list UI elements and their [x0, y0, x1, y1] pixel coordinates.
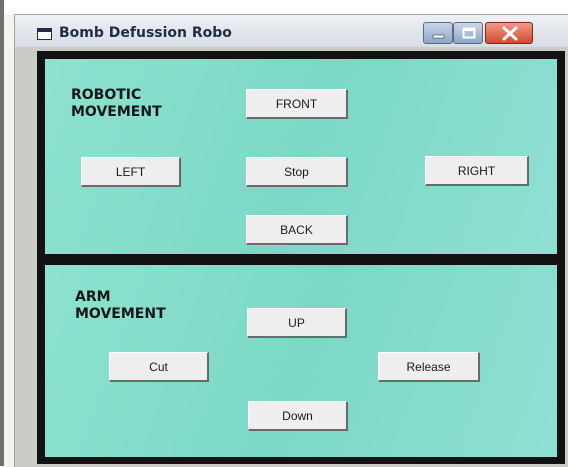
robotic-heading-line2: MOVEMENT — [71, 104, 162, 120]
release-button[interactable]: Release — [378, 352, 480, 382]
left-button[interactable]: LEFT — [81, 157, 181, 187]
title-bar[interactable]: Bomb Defussion Robo — [15, 15, 568, 47]
back-button[interactable]: BACK — [246, 215, 348, 245]
close-icon — [502, 26, 518, 41]
arm-heading-line1: ARM — [75, 289, 111, 305]
front-button[interactable]: FRONT — [246, 89, 348, 119]
stop-button[interactable]: Stop — [246, 157, 348, 187]
arm-movement-panel: ARM MOVEMENT UP Cut Release Down — [45, 265, 557, 457]
robotic-movement-panel: ROBOTIC MOVEMENT FRONT LEFT Stop RIGHT B… — [45, 59, 557, 254]
robotic-heading-line1: ROBOTIC — [71, 87, 142, 103]
app-window: Bomb Defussion Robo ROBOTIC MOVEMENT FRO… — [14, 14, 568, 467]
app-window-icon — [37, 27, 52, 40]
maximize-icon — [462, 27, 476, 39]
page-left-edge — [0, 0, 4, 466]
up-button[interactable]: UP — [247, 308, 347, 338]
control-frame: ROBOTIC MOVEMENT FRONT LEFT Stop RIGHT B… — [37, 51, 565, 464]
window-title: Bomb Defussion Robo — [59, 25, 232, 41]
cut-button[interactable]: Cut — [109, 352, 209, 382]
down-button[interactable]: Down — [248, 401, 348, 431]
right-button[interactable]: RIGHT — [425, 156, 529, 186]
minimize-button[interactable] — [423, 22, 453, 44]
arm-movement-heading: ARM MOVEMENT — [75, 289, 166, 323]
arm-heading-line2: MOVEMENT — [75, 306, 166, 322]
page-top-strip — [0, 0, 568, 14]
robotic-movement-heading: ROBOTIC MOVEMENT — [71, 87, 162, 121]
minimize-icon — [432, 34, 445, 39]
maximize-button[interactable] — [453, 22, 483, 44]
close-button[interactable] — [485, 22, 533, 44]
